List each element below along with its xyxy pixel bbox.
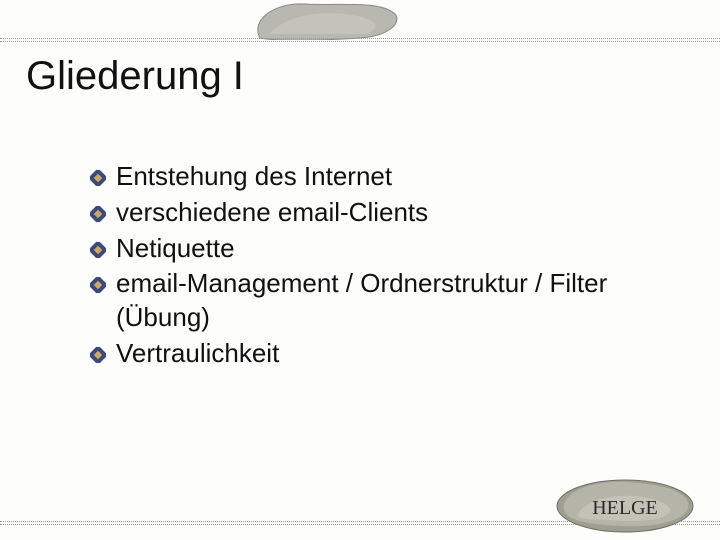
logo-rock: HELGE: [550, 466, 700, 536]
bullet-icon: [90, 347, 106, 363]
list-item: email-Management / Ordnerstruktur / Filt…: [90, 267, 680, 335]
bullet-icon: [90, 170, 106, 186]
decor-rock-top: [250, 0, 400, 40]
list-item-text: Vertraulichkeit: [116, 337, 680, 371]
list-item-text: Netiquette: [116, 232, 680, 266]
list-item-text: email-Management / Ordnerstruktur / Filt…: [116, 267, 680, 335]
list-item: Netiquette: [90, 232, 680, 266]
rule-top: [0, 38, 720, 42]
list-item: verschiedene email-Clients: [90, 196, 680, 230]
bullet-icon: [90, 242, 106, 258]
logo-text: HELGE: [592, 497, 658, 519]
list-item: Vertraulichkeit: [90, 337, 680, 371]
list-item: Entstehung des Internet: [90, 160, 680, 194]
slide-title: Gliederung I: [26, 54, 244, 99]
list-item-text: Entstehung des Internet: [116, 160, 680, 194]
list-item-text: verschiedene email-Clients: [116, 196, 680, 230]
bullet-list: Entstehung des Internet verschiedene ema…: [90, 160, 680, 373]
bullet-icon: [90, 206, 106, 222]
bullet-icon: [90, 277, 106, 293]
